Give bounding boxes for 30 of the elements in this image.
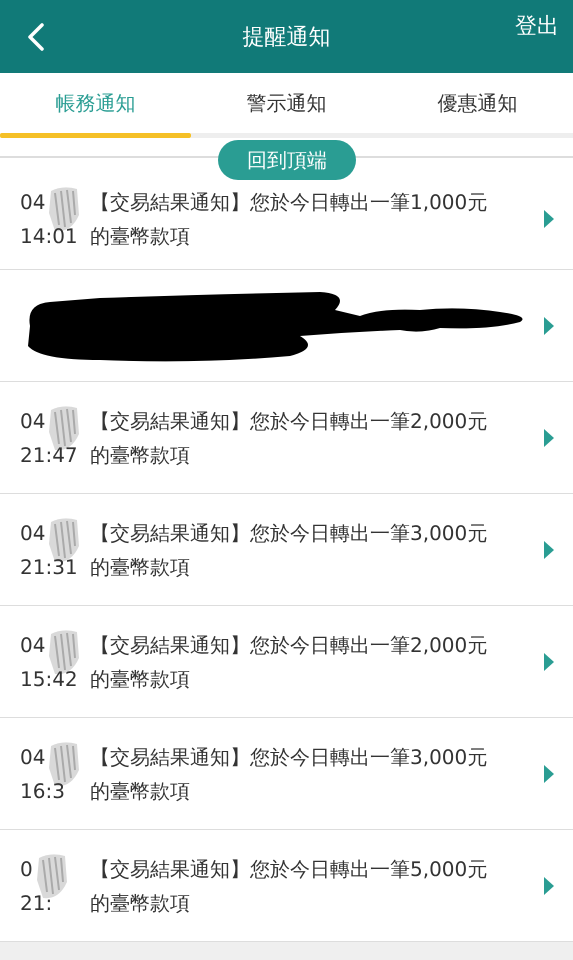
notification-message[interactable]: 【交易結果通知】您於今日轉出一筆3,000元的臺幣款項	[90, 516, 502, 584]
time-text: 16:3	[20, 778, 65, 802]
time-text: 15:42	[20, 666, 78, 690]
tab[interactable]: 優惠通知	[382, 73, 573, 133]
time-text: 14:01	[20, 224, 78, 248]
date-text: 04	[20, 188, 46, 216]
notification-message[interactable]: 【交易結果通知】您於今日轉出一筆3,000元的臺幣款項	[90, 740, 502, 808]
time-text: 21:31	[20, 554, 78, 578]
date-text: 04	[20, 520, 46, 546]
date-text: 04	[20, 632, 46, 658]
date-text: 0	[20, 856, 33, 882]
chevron-right-icon	[543, 652, 555, 672]
tab[interactable]: 警示通知	[191, 73, 382, 133]
chevron-right-icon	[543, 876, 555, 896]
chevron-right-icon	[543, 316, 555, 336]
chevron-right-icon	[543, 540, 555, 560]
page-title: 提醒通知	[242, 25, 330, 50]
back-icon[interactable]	[26, 22, 46, 50]
logout-button[interactable]: 登出	[515, 10, 559, 40]
chevron-right-icon	[543, 764, 555, 784]
chevron-right-icon	[543, 428, 555, 448]
date-text: 04	[20, 744, 46, 770]
time-text: 21:47	[20, 442, 78, 466]
time-text: 21:	[20, 890, 52, 914]
notification-message[interactable]: 【交易結果通知】您於今日轉出一筆1,000元的臺幣款項	[90, 184, 502, 252]
notification-message[interactable]: 【交易結果通知】您於今日轉出一筆2,000元的臺幣款項	[90, 628, 502, 696]
chevron-right-icon	[543, 208, 555, 228]
notification-message[interactable]: 【交易結果通知】您於今日轉出一筆5,000元的臺幣款項	[90, 852, 502, 920]
notification-message[interactable]: 【交易結果通知】您於今日轉出一筆2,000元的臺幣款項	[90, 404, 502, 472]
date-text: 04	[20, 408, 46, 434]
